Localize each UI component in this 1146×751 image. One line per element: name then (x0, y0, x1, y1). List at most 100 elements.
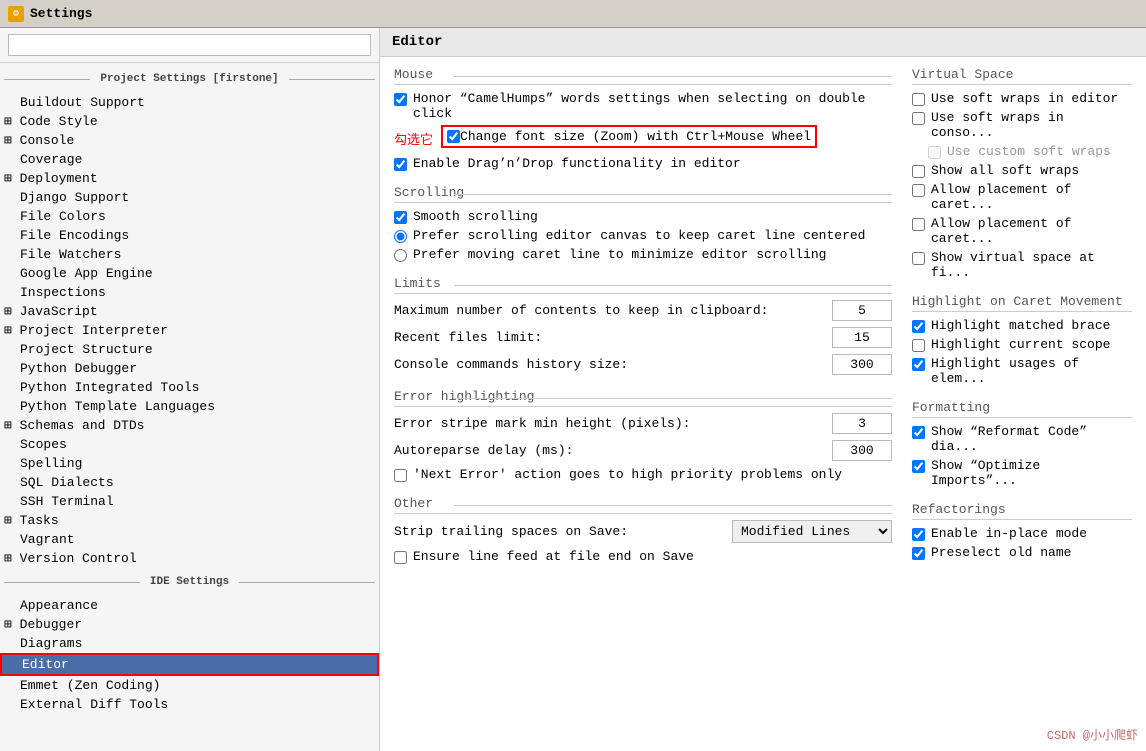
soft-wraps-console-checkbox[interactable] (912, 112, 925, 125)
limits-section-title: Limits (394, 276, 892, 294)
mouse-section: Mouse Honor “CamelHumps” words settings … (394, 67, 892, 171)
highlight-usages-checkbox[interactable] (912, 358, 925, 371)
sidebar-item-inspections[interactable]: Inspections (0, 283, 379, 302)
enable-inplace-row: Enable in-place mode (912, 526, 1132, 541)
preselect-old-name-row: Preselect old name (912, 545, 1132, 560)
other-section: Other Strip trailing spaces on Save: Non… (394, 496, 892, 564)
smooth-scrolling-checkbox[interactable] (394, 211, 407, 224)
soft-wraps-editor-row: Use soft wraps in editor (912, 91, 1132, 106)
sidebar-item-file-watchers[interactable]: File Watchers (0, 245, 379, 264)
window-title: Settings (30, 6, 92, 21)
drag-n-drop-checkbox[interactable] (394, 158, 407, 171)
sidebar-item-version-control[interactable]: ⊞ Version Control (0, 549, 379, 568)
soft-wraps-editor-label: Use soft wraps in editor (931, 91, 1118, 106)
allow-placement-caret2-checkbox[interactable] (912, 218, 925, 231)
scrolling-section-title: Scrolling (394, 185, 892, 203)
search-bar[interactable] (0, 28, 379, 63)
ensure-line-feed-checkbox[interactable] (394, 551, 407, 564)
main-container: Project Settings [firstone] Buildout Sup… (0, 28, 1146, 751)
recent-files-label: Recent files limit: (394, 330, 832, 345)
font-size-zoom-checkbox[interactable] (447, 130, 460, 143)
sidebar-item-schemas-dtds[interactable]: ⊞ Schemas and DTDs (0, 416, 379, 435)
content-header: Editor (380, 28, 1146, 57)
clipboard-limit-input[interactable] (832, 300, 892, 321)
prefer-moving-label: Prefer moving caret line to minimize edi… (413, 247, 826, 262)
sidebar-item-python-template-languages[interactable]: Python Template Languages (0, 397, 379, 416)
allow-placement-caret1-checkbox[interactable] (912, 184, 925, 197)
sidebar-item-coverage[interactable]: Coverage (0, 150, 379, 169)
sidebar-item-emmet[interactable]: Emmet (Zen Coding) (0, 676, 379, 695)
error-highlighting-section: Error highlighting Error stripe mark min… (394, 389, 892, 482)
strip-trailing-label: Strip trailing spaces on Save: (394, 524, 732, 539)
show-all-soft-wraps-checkbox[interactable] (912, 165, 925, 178)
refactorings-title: Refactorings (912, 502, 1132, 520)
highlight-usages-row: Highlight usages of elem... (912, 356, 1132, 386)
sidebar-item-sql-dialects[interactable]: SQL Dialects (0, 473, 379, 492)
highlight-current-scope-checkbox[interactable] (912, 339, 925, 352)
sidebar-item-console[interactable]: ⊞ Console (0, 131, 379, 150)
sidebar-item-tasks[interactable]: ⊞ Tasks (0, 511, 379, 530)
sidebar-item-debugger[interactable]: ⊞ Debugger (0, 615, 379, 634)
other-section-title: Other (394, 496, 892, 514)
show-virtual-space-label: Show virtual space at fi... (931, 250, 1132, 280)
right-column: Virtual Space Use soft wraps in editor U… (912, 67, 1132, 741)
sidebar-item-appearance[interactable]: Appearance (0, 596, 379, 615)
soft-wraps-editor-checkbox[interactable] (912, 93, 925, 106)
sidebar-item-file-colors[interactable]: File Colors (0, 207, 379, 226)
sidebar-item-deployment[interactable]: ⊞ Deployment (0, 169, 379, 188)
smooth-scrolling-row: Smooth scrolling (394, 209, 892, 224)
sidebar-item-file-encodings[interactable]: File Encodings (0, 226, 379, 245)
strip-trailing-select[interactable]: None All Modified Lines (732, 520, 892, 543)
show-virtual-space-checkbox[interactable] (912, 252, 925, 265)
allow-placement-caret1-row: Allow placement of caret... (912, 182, 1132, 212)
sidebar-item-code-style[interactable]: ⊞ Code Style (0, 112, 379, 131)
custom-soft-wraps-checkbox[interactable] (928, 146, 941, 159)
highlight-brace-label: Highlight matched brace (931, 318, 1110, 333)
show-reformat-checkbox[interactable] (912, 426, 925, 439)
mouse-section-title: Mouse (394, 67, 892, 85)
next-error-checkbox[interactable] (394, 469, 407, 482)
enable-inplace-checkbox[interactable] (912, 528, 925, 541)
sidebar-item-google-app-engine[interactable]: Google App Engine (0, 264, 379, 283)
console-history-row: Console commands history size: (394, 354, 892, 375)
sidebar-item-editor[interactable]: Editor (0, 653, 379, 676)
font-size-zoom-label: Change font size (Zoom) with Ctrl+Mouse … (460, 129, 811, 144)
console-history-label: Console commands history size: (394, 357, 832, 372)
sidebar-item-diagrams[interactable]: Diagrams (0, 634, 379, 653)
sidebar-item-django-support[interactable]: Django Support (0, 188, 379, 207)
sidebar: Project Settings [firstone] Buildout Sup… (0, 28, 380, 751)
custom-soft-wraps-label: Use custom soft wraps (947, 144, 1111, 159)
sidebar-item-javascript[interactable]: ⊞ JavaScript (0, 302, 379, 321)
console-history-input[interactable] (832, 354, 892, 375)
search-input[interactable] (8, 34, 371, 56)
camel-humps-checkbox[interactable] (394, 93, 407, 106)
sidebar-item-external-diff-tools[interactable]: External Diff Tools (0, 695, 379, 714)
sidebar-item-scopes[interactable]: Scopes (0, 435, 379, 454)
show-optimize-imports-checkbox[interactable] (912, 460, 925, 473)
refactorings-section: Refactorings Enable in-place mode Presel… (912, 502, 1132, 560)
sidebar-item-vagrant[interactable]: Vagrant (0, 530, 379, 549)
prefer-scrolling-radio[interactable] (394, 230, 407, 243)
sidebar-item-project-interpreter[interactable]: ⊞ Project Interpreter (0, 321, 379, 340)
sidebar-item-buildout[interactable]: Buildout Support (0, 93, 379, 112)
formatting-title: Formatting (912, 400, 1132, 418)
sidebar-item-python-integrated-tools[interactable]: Python Integrated Tools (0, 378, 379, 397)
project-section-label: Project Settings [firstone] (100, 69, 278, 89)
sidebar-item-ssh-terminal[interactable]: SSH Terminal (0, 492, 379, 511)
highlight-usages-label: Highlight usages of elem... (931, 356, 1132, 386)
virtual-space-title: Virtual Space (912, 67, 1132, 85)
preselect-old-name-checkbox[interactable] (912, 547, 925, 560)
highlight-brace-checkbox[interactable] (912, 320, 925, 333)
sidebar-item-project-structure[interactable]: Project Structure (0, 340, 379, 359)
app-icon: ⚙ (8, 6, 24, 22)
sidebar-item-spelling[interactable]: Spelling (0, 454, 379, 473)
content-body: Mouse Honor “CamelHumps” words settings … (380, 57, 1146, 751)
sidebar-item-python-debugger[interactable]: Python Debugger (0, 359, 379, 378)
preselect-old-name-label: Preselect old name (931, 545, 1071, 560)
error-stripe-input[interactable] (832, 413, 892, 434)
recent-files-input[interactable] (832, 327, 892, 348)
ensure-line-feed-row: Ensure line feed at file end on Save (394, 549, 892, 564)
prefer-moving-radio[interactable] (394, 249, 407, 262)
smooth-scrolling-label: Smooth scrolling (413, 209, 538, 224)
autoreparse-input[interactable] (832, 440, 892, 461)
